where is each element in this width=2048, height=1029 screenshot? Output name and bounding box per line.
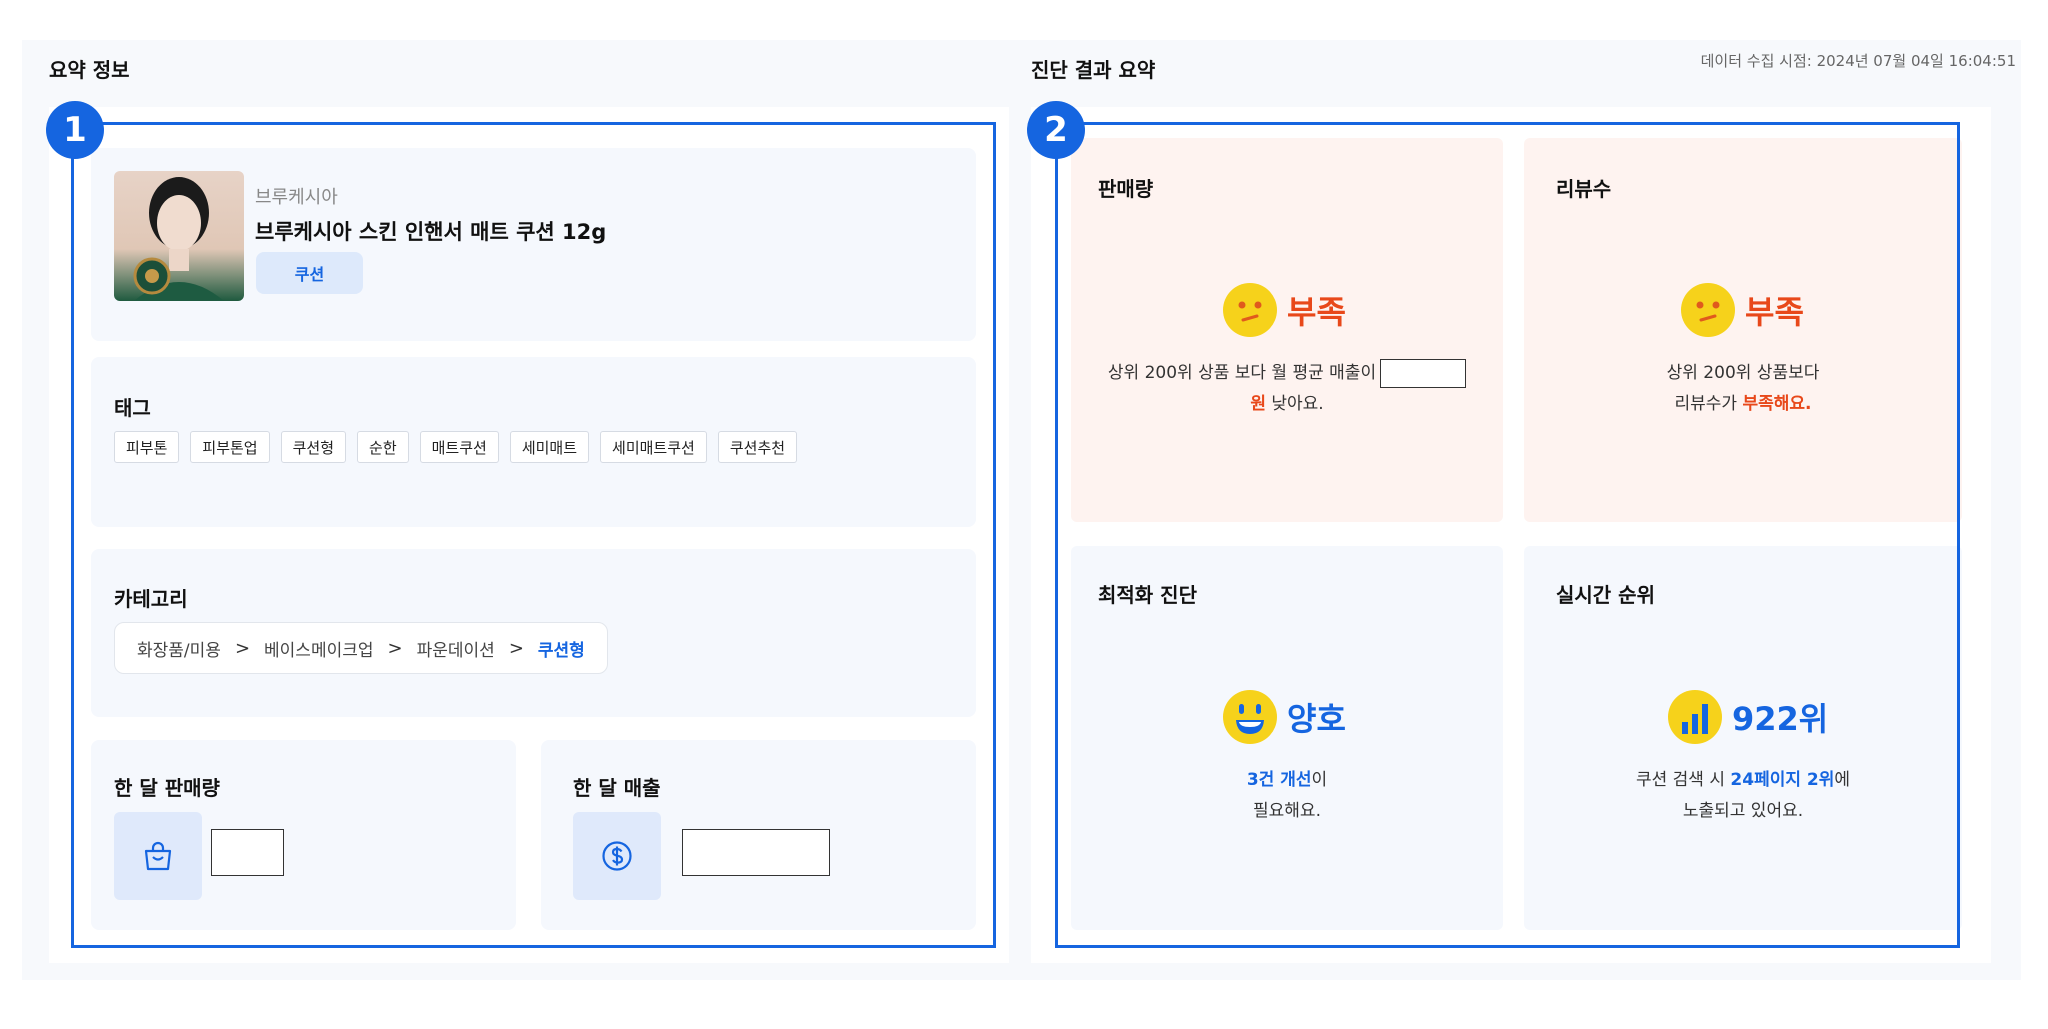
summary-highlight-frame	[71, 122, 996, 948]
diagnosis-highlight-frame	[1055, 122, 1960, 948]
diagnosis-section-title: 진단 결과 요약	[1031, 58, 1156, 82]
step-badge-1: 1	[46, 101, 104, 159]
step-badge-2: 2	[1027, 101, 1085, 159]
summary-section-title: 요약 정보	[49, 58, 130, 82]
data-timestamp: 데이터 수집 시점: 2024년 07월 04일 16:04:51	[1700, 52, 2016, 70]
